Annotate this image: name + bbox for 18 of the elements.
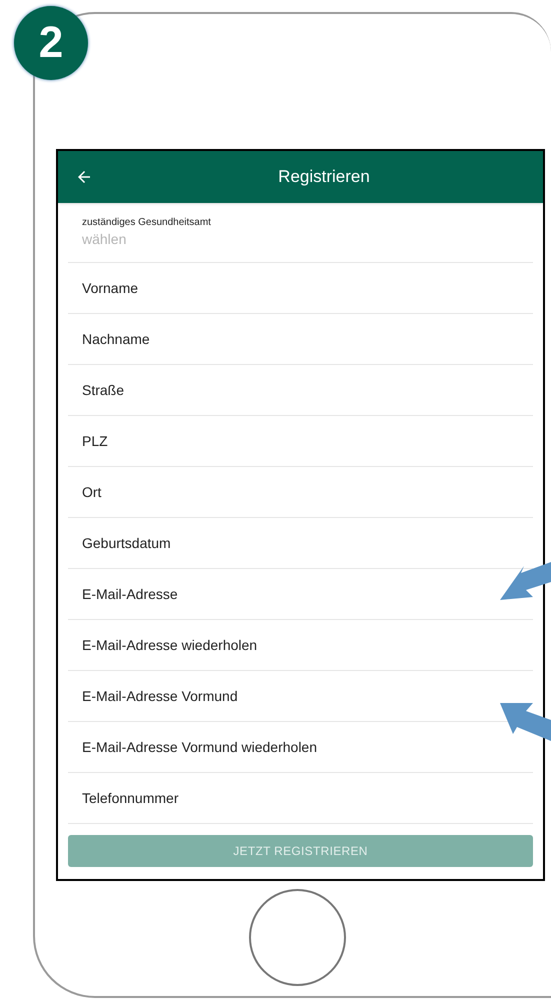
input-field[interactable]: PLZ bbox=[82, 430, 442, 452]
input-field[interactable]: E-Mail-Adresse Vormund wiederholen bbox=[82, 736, 442, 758]
input-field[interactable]: Vorname bbox=[82, 278, 442, 298]
input-field[interactable]: E-Mail-Adresse wiederholen bbox=[82, 634, 442, 656]
input-field[interactable]: Telefonnummer bbox=[82, 788, 442, 808]
select-field[interactable]: wählen bbox=[82, 231, 519, 248]
input-field[interactable]: Nachname bbox=[82, 328, 442, 350]
screen-title: Registrieren bbox=[277, 166, 371, 188]
input-field[interactable]: Geburtsdatum bbox=[82, 532, 442, 554]
step-badge: 2 bbox=[14, 6, 88, 80]
input-field[interactable]: E-Mail-Adresse Vormund bbox=[82, 686, 442, 706]
field-label: zuständiges Gesundheitsamt bbox=[82, 216, 212, 229]
input-field[interactable]: E-Mail-Adresse bbox=[82, 584, 442, 604]
input-field[interactable]: Ort bbox=[82, 482, 442, 502]
home-button[interactable] bbox=[249, 889, 346, 986]
annotation-arrow bbox=[500, 703, 551, 741]
input-field[interactable]: Straße bbox=[82, 380, 442, 400]
annotation-arrow bbox=[500, 562, 551, 600]
